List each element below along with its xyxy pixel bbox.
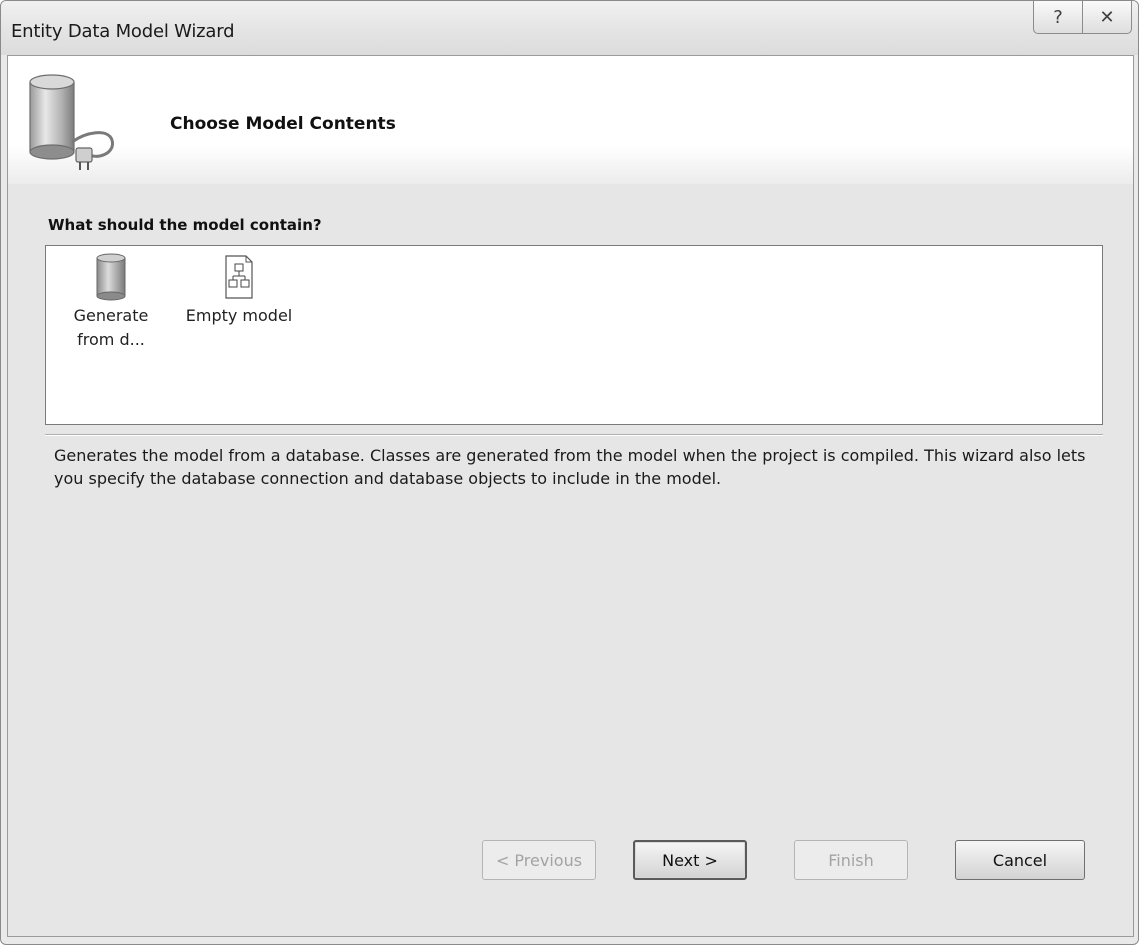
option-description: Generates the model from a database. Cla…: [54, 446, 1086, 488]
next-button[interactable]: Next >: [633, 840, 747, 880]
help-icon: ?: [1053, 6, 1063, 28]
database-icon: [96, 253, 126, 301]
wizard-header: Choose Model Contents: [8, 56, 1133, 184]
wizard-content: Choose Model Contents What should the mo…: [7, 55, 1134, 937]
option-empty-model[interactable]: Empty model: [174, 252, 304, 328]
option-label-line1: Empty model: [185, 306, 293, 325]
database-plug-icon: [29, 74, 114, 170]
option-label-line1: Generate: [73, 306, 149, 325]
help-button[interactable]: ?: [1033, 1, 1083, 34]
option-label-line2: from d...: [77, 330, 145, 349]
title-bar-buttons: ? ✕: [1033, 1, 1132, 35]
previous-button[interactable]: < Previous: [482, 840, 596, 880]
splitter[interactable]: [45, 434, 1103, 436]
close-button[interactable]: ✕: [1083, 1, 1132, 34]
model-contents-list[interactable]: Generate from d... Empty model: [45, 245, 1103, 425]
window-title: Entity Data Model Wizard: [11, 21, 235, 42]
title-bar[interactable]: Entity Data Model Wizard ? ✕: [1, 1, 1138, 55]
wizard-window: Entity Data Model Wizard ? ✕ Choose Mode…: [0, 0, 1139, 945]
option-generate-from-database[interactable]: Generate from d...: [66, 252, 156, 352]
model-contents-label: What should the model contain?: [48, 216, 322, 234]
close-icon: ✕: [1099, 6, 1115, 28]
finish-button[interactable]: Finish: [794, 840, 908, 880]
empty-model-icon: [225, 255, 253, 299]
cancel-button[interactable]: Cancel: [955, 840, 1085, 880]
page-title: Choose Model Contents: [170, 114, 396, 134]
